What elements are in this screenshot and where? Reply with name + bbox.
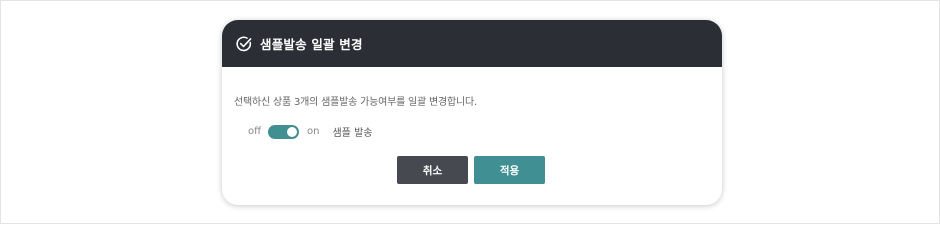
modal-description: 선택하신 상품 3개의 샘플발송 가능여부를 일괄 변경합니다.	[234, 97, 478, 108]
sample-shipping-toggle-row: off on 샘플 발송	[248, 124, 372, 139]
sample-shipping-label: 샘플 발송	[332, 128, 373, 139]
page-canvas: 샘플발송 일괄 변경 선택하신 상품 3개의 샘플발송 가능여부를 일괄 변경합…	[0, 0, 940, 224]
bulk-sample-shipping-modal: 샘플발송 일괄 변경 선택하신 상품 3개의 샘플발송 가능여부를 일괄 변경합…	[222, 20, 722, 205]
sample-shipping-toggle[interactable]	[268, 124, 300, 139]
modal-actions: 취소 적용	[397, 156, 545, 184]
modal-body: 선택하신 상품 3개의 샘플발송 가능여부를 일괄 변경합니다. off on …	[222, 67, 722, 205]
check-circle-icon	[235, 35, 253, 53]
toggle-knob	[287, 126, 298, 137]
modal-header: 샘플발송 일괄 변경	[222, 20, 722, 67]
toggle-off-label: off	[248, 126, 262, 137]
apply-button[interactable]: 적용	[474, 156, 545, 184]
toggle-on-label: on	[307, 126, 320, 137]
cancel-button[interactable]: 취소	[397, 156, 468, 184]
modal-title: 샘플발송 일괄 변경	[260, 37, 363, 52]
